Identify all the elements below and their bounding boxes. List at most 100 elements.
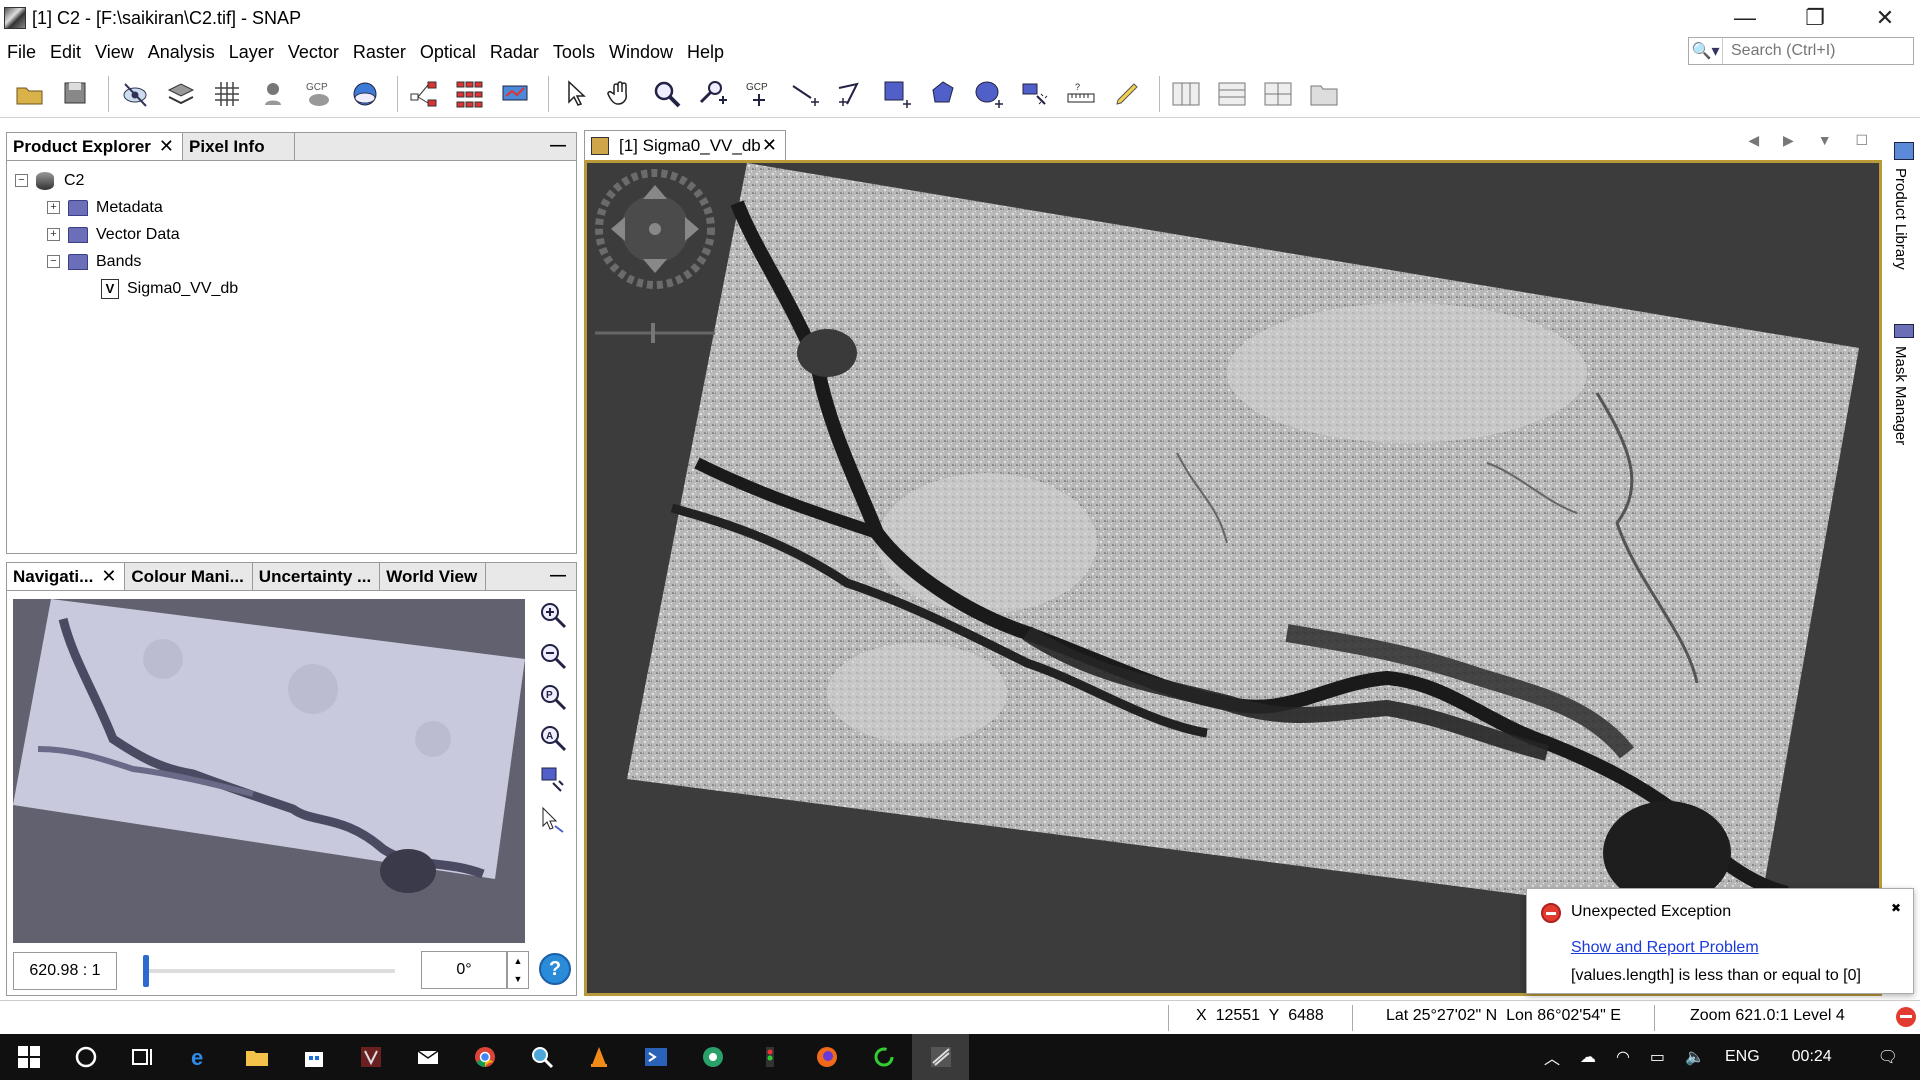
navigation-overview[interactable] <box>13 599 525 943</box>
language-indicator[interactable]: ENG <box>1725 1048 1760 1066</box>
graticule-button[interactable] <box>207 74 247 114</box>
close-tab-icon[interactable]: ✕ <box>101 566 116 587</box>
taskbar-snap[interactable] <box>912 1034 969 1080</box>
mask-manager-tab[interactable]: Mask Manager <box>1892 346 1909 445</box>
minimize-panel-button[interactable]: — <box>550 567 566 585</box>
notifications-icon[interactable]: 🗨 <box>1878 1047 1898 1067</box>
collapse-toggle[interactable]: − <box>15 174 28 187</box>
start-button[interactable] <box>0 1034 57 1080</box>
menu-vector[interactable]: Vector <box>281 42 346 63</box>
status-error-icon[interactable] <box>1896 1007 1916 1027</box>
batch-processing-button[interactable] <box>450 74 490 114</box>
world-view-button[interactable] <box>345 74 385 114</box>
taskbar-powershell[interactable] <box>627 1034 684 1080</box>
taskbar-vlc[interactable] <box>570 1034 627 1080</box>
close-notification-icon[interactable]: ✖ <box>1891 901 1901 915</box>
taskbar-store[interactable] <box>285 1034 342 1080</box>
collapse-toggle[interactable]: − <box>47 255 60 268</box>
show-hidden-icons-icon[interactable]: ︿ <box>1544 1045 1560 1069</box>
sync-cursor-button[interactable] <box>537 804 569 836</box>
menu-file[interactable]: File <box>0 42 43 63</box>
graph-builder-button[interactable] <box>404 74 444 114</box>
taskbar-search-app[interactable] <box>513 1034 570 1080</box>
battery-icon[interactable]: ▭ <box>1650 1047 1665 1067</box>
tile-single-button[interactable] <box>1304 74 1344 114</box>
zoom-control-bar[interactable] <box>595 323 715 343</box>
report-problem-link[interactable]: Show and Report Problem <box>1571 939 1759 957</box>
zoom-slider-handle[interactable] <box>143 955 149 987</box>
tab-product-explorer[interactable]: Product Explorer ✕ <box>7 133 184 160</box>
tab-colour-manipulation[interactable]: Colour Mani... <box>125 563 253 590</box>
taskbar-mail[interactable] <box>399 1034 456 1080</box>
onedrive-icon[interactable]: ☁ <box>1580 1047 1596 1067</box>
tile-vertical-button[interactable] <box>1212 74 1252 114</box>
menu-analysis[interactable]: Analysis <box>141 42 222 63</box>
wifi-icon[interactable]: ◠ <box>1616 1047 1630 1067</box>
line-tool-button[interactable] <box>785 74 825 114</box>
polyline-tool-button[interactable] <box>831 74 871 114</box>
select-tool-button[interactable] <box>555 74 595 114</box>
taskbar-file-explorer[interactable] <box>228 1034 285 1080</box>
tree-item-band[interactable]: V Sigma0_VV_db <box>15 275 576 302</box>
menu-view[interactable]: View <box>88 42 141 63</box>
spin-up-icon[interactable]: ▲ <box>514 956 523 966</box>
taskbar-app-3[interactable] <box>741 1034 798 1080</box>
range-finder-button[interactable]: ? <box>1061 74 1101 114</box>
gcp-placing-tool-button[interactable]: GCP <box>739 74 779 114</box>
zoom-tool-button[interactable] <box>647 74 687 114</box>
menu-raster[interactable]: Raster <box>346 42 413 63</box>
hide-tool-button[interactable] <box>115 74 155 114</box>
zoom-all-button[interactable]: A <box>537 722 569 754</box>
zoom-slider[interactable] <box>143 955 395 987</box>
tile-horizontal-button[interactable] <box>1166 74 1206 114</box>
close-tab-icon[interactable]: ✕ <box>159 136 174 157</box>
tab-pixel-info[interactable]: Pixel Info <box>183 133 296 160</box>
minimize-button[interactable]: — <box>1710 0 1780 36</box>
help-button[interactable]: ? <box>539 953 571 985</box>
taskbar-firefox[interactable] <box>798 1034 855 1080</box>
cortana-button[interactable] <box>57 1034 114 1080</box>
time-series-button[interactable] <box>496 74 536 114</box>
menu-tools[interactable]: Tools <box>546 42 602 63</box>
spin-down-icon[interactable]: ▼ <box>514 974 523 984</box>
restore-button[interactable]: ❐ <box>1780 0 1850 36</box>
tab-navigation[interactable]: Navigati... ✕ <box>7 563 126 590</box>
tab-sigma0-vv-db[interactable]: [1] Sigma0_VV_db ✕ <box>584 130 786 160</box>
taskbar-chrome[interactable] <box>456 1034 513 1080</box>
draw-line-button[interactable] <box>1107 74 1147 114</box>
product-library-icon[interactable] <box>1894 142 1914 160</box>
menu-optical[interactable]: Optical <box>413 42 483 63</box>
zoom-out-button[interactable] <box>537 640 569 672</box>
search-input[interactable] <box>1723 42 1903 60</box>
minimize-panel-button[interactable]: — <box>550 137 566 155</box>
taskbar-app-2[interactable] <box>684 1034 741 1080</box>
tree-item-bands[interactable]: − Bands <box>15 248 576 275</box>
sync-views-button[interactable] <box>537 763 569 795</box>
product-library-tab[interactable]: Product Library <box>1892 168 1909 270</box>
zoom-in-button[interactable] <box>537 599 569 631</box>
menu-edit[interactable]: Edit <box>43 42 88 63</box>
pan-rotate-control[interactable] <box>595 169 715 289</box>
scale-field[interactable]: 620.98 : 1 <box>13 952 117 990</box>
taskbar-app-4[interactable] <box>855 1034 912 1080</box>
layer-tool-button[interactable] <box>161 74 201 114</box>
menu-radar[interactable]: Radar <box>483 42 546 63</box>
menu-layer[interactable]: Layer <box>222 42 281 63</box>
tree-item-product[interactable]: − C2 <box>15 167 576 194</box>
gcp-tool-button[interactable]: GCP <box>299 74 339 114</box>
view-tab-controls[interactable]: ◀ ▶ ▼ ☐ <box>1748 132 1878 149</box>
rotation-field[interactable]: 0° <box>421 951 507 989</box>
pin-placing-tool-button[interactable] <box>693 74 733 114</box>
image-view-canvas[interactable] <box>584 160 1882 996</box>
polygon-tool-button[interactable] <box>923 74 963 114</box>
close-tab-icon[interactable]: ✕ <box>762 135 777 156</box>
mask-manager-icon[interactable] <box>1894 324 1914 338</box>
volume-icon[interactable]: 🔈 <box>1685 1047 1705 1067</box>
expand-toggle[interactable]: + <box>47 228 60 241</box>
taskbar-edge[interactable]: e <box>171 1034 228 1080</box>
close-button[interactable]: ✕ <box>1850 0 1920 36</box>
pin-tool-button[interactable] <box>253 74 293 114</box>
zoom-pixel-button[interactable]: P <box>537 681 569 713</box>
tree-item-metadata[interactable]: + Metadata <box>15 194 576 221</box>
clock[interactable]: 00:24 <box>1792 1048 1832 1066</box>
